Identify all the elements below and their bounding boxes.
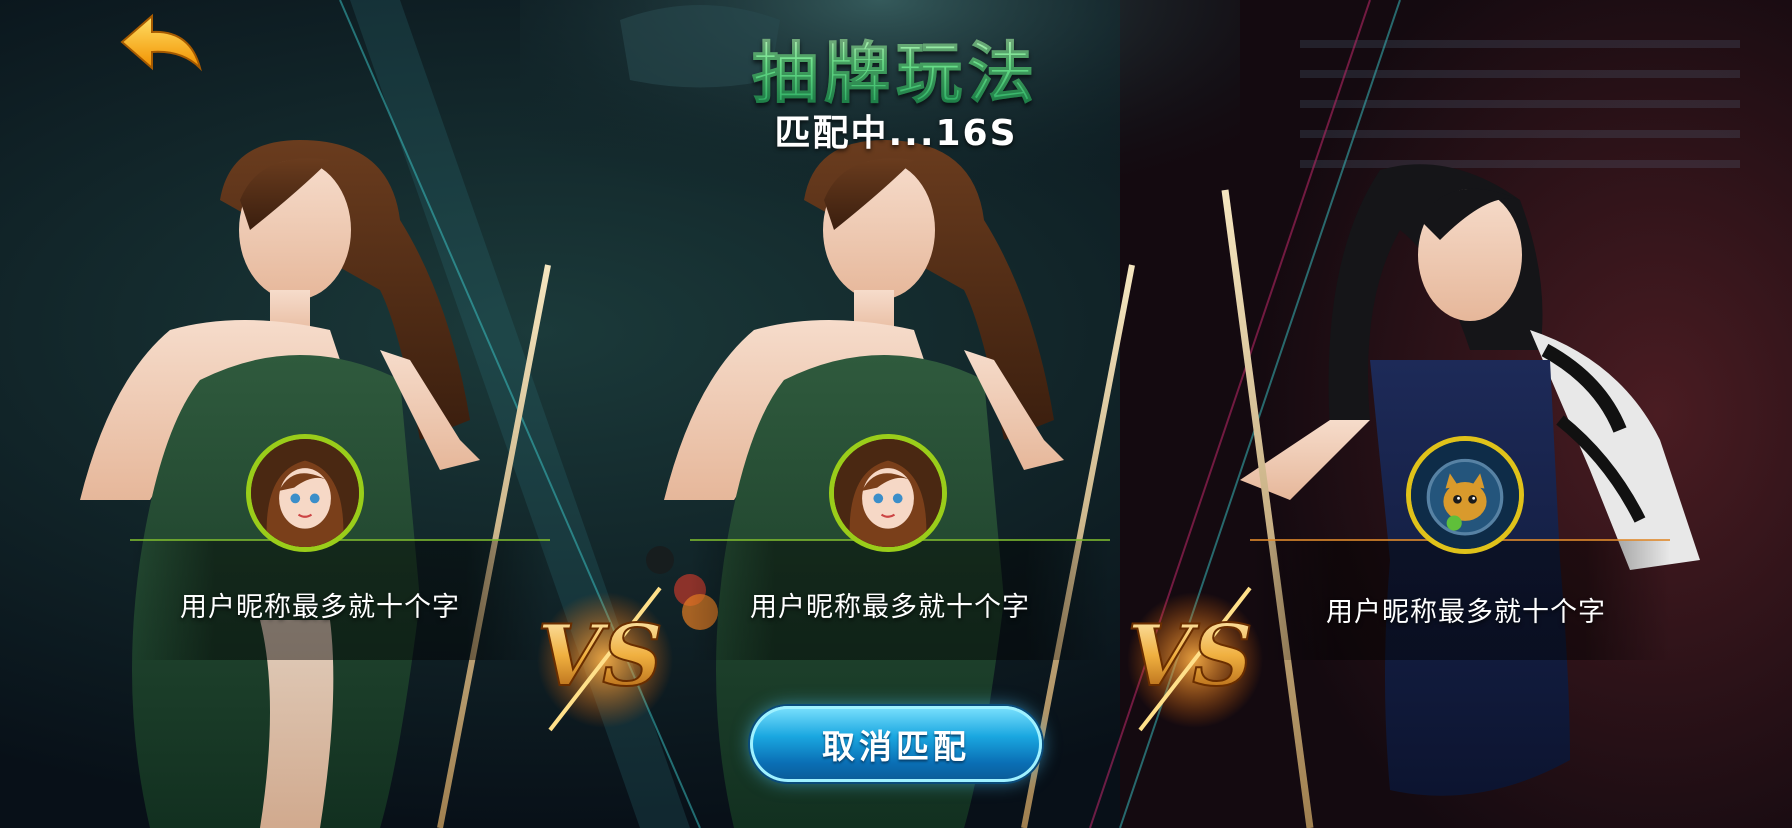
- vs-badge: VS: [536, 586, 673, 732]
- player-avatar[interactable]: [829, 434, 947, 552]
- vs-text: VS: [537, 606, 663, 705]
- girl-avatar-icon: [251, 439, 359, 547]
- cancel-match-label: 取消匹配: [822, 727, 970, 766]
- astronaut-cat-icon: [1411, 441, 1519, 549]
- girl-avatar-icon: [834, 439, 942, 547]
- cancel-match-button[interactable]: 取消匹配: [750, 706, 1042, 782]
- player-avatar[interactable]: [246, 434, 364, 552]
- vs-badge: VS: [1126, 586, 1263, 732]
- vs-text: VS: [1127, 606, 1253, 705]
- player-avatar[interactable]: [1406, 436, 1524, 554]
